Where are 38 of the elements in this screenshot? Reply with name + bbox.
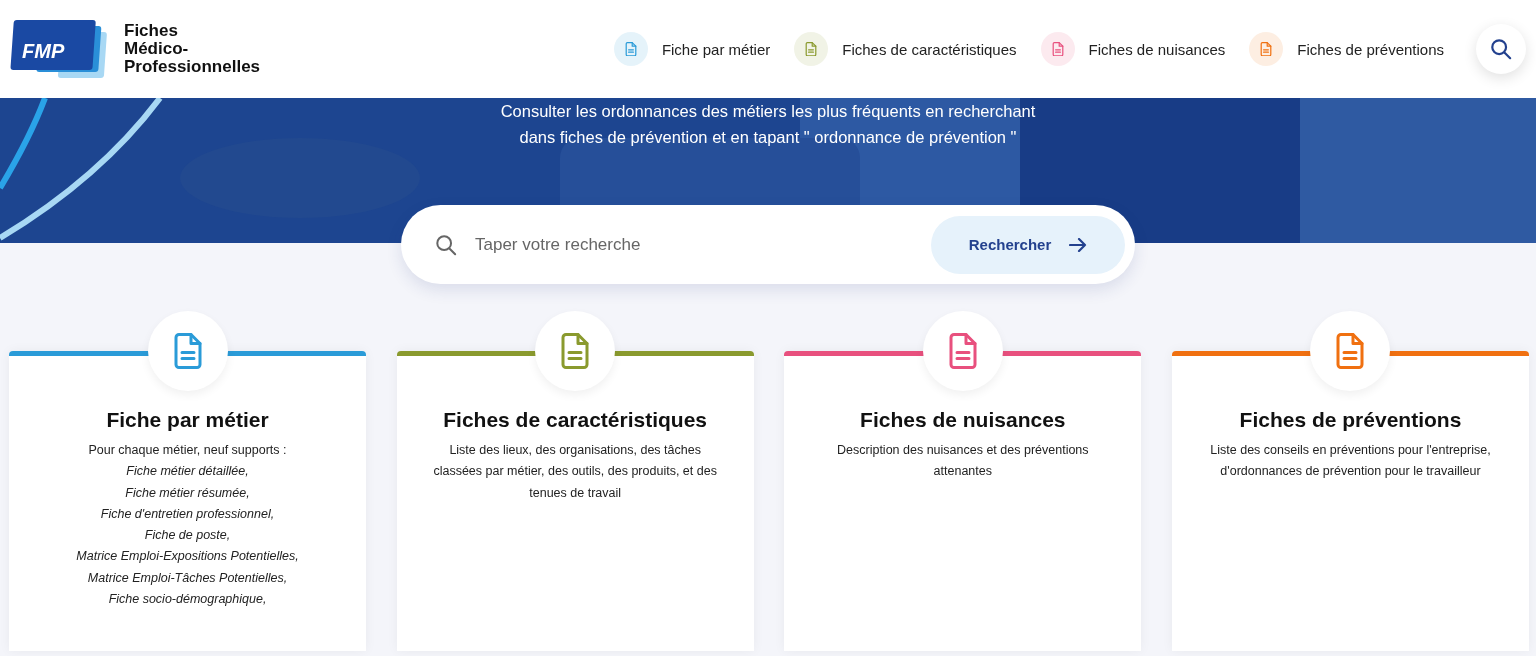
- support-item: Matrice Emploi-Tâches Potentielles,: [87, 569, 288, 587]
- nav-link[interactable]: Fiche par métier: [613, 32, 771, 66]
- arrow-right-icon: [1069, 237, 1088, 252]
- card-description: Liste des conseils en préventions pour l'entreprise, d'ordonnances de prévention pour le travailleur: [1209, 442, 1492, 481]
- document-icon: [172, 333, 203, 369]
- support-item: Fiche d'entretien professionnel,: [100, 505, 275, 523]
- document-icon: [1335, 333, 1366, 369]
- nav-link[interactable]: Fiches de nuisances: [1040, 32, 1226, 66]
- hero-text: dans fiches de prévention et en tapant " ordonnance de prévention ": [519, 127, 1017, 148]
- card-title: Fiches de nuisances: [860, 408, 1066, 432]
- category-card[interactable]: Fiches de caractéristiques Liste des lieux, des organisations, des tâches classées par métier, des outils, des produits, et des tenues de travail: [396, 351, 754, 651]
- search-button[interactable]: [1476, 24, 1526, 74]
- site-name: Professionnelles: [124, 58, 261, 76]
- site-name: Fiches: [124, 22, 179, 40]
- document-icon: [947, 333, 978, 369]
- support-item: Fiche socio-démographique,: [108, 591, 267, 609]
- card-title: Fiches de préventions: [1239, 408, 1462, 432]
- search-field[interactable]: Taper votre recherche Rechercher: [401, 205, 1135, 284]
- nav-link[interactable]: Fiches de préventions: [1249, 32, 1444, 66]
- card-title: Fiches de caractéristiques: [443, 408, 708, 432]
- support-item: Matrice Emploi-Expositions Potentielles,: [76, 548, 299, 566]
- site-name: Médico-: [124, 40, 190, 58]
- category-card[interactable]: Fiches de nuisances Description des nuisances et des préventions attenantes: [784, 351, 1142, 651]
- card-description: Liste des lieux, des organisations, des tâches classées par métier, des outils, des produits, et des tenues de travail: [432, 442, 718, 502]
- search-icon: [435, 233, 457, 256]
- support-item: Fiche métier résumée,: [125, 484, 250, 502]
- document-icon: [560, 333, 591, 369]
- support-item: Fiche de poste,: [144, 527, 231, 545]
- category-card[interactable]: Fiches de préventions Liste des conseils en préventions pour l'entreprise, d'ordonnances de prévention pour le travailleur: [1171, 351, 1529, 651]
- support-item: Fiche métier détaillée,: [126, 463, 249, 481]
- category-card[interactable]: [9, 351, 366, 651]
- card-description: Pour chaque métier, neuf supports :: [87, 442, 288, 459]
- search-button[interactable]: Rechercher: [931, 215, 1125, 274]
- card-title: Fiche par métier: [106, 408, 269, 432]
- hero-text: Consulter les ordonnances des métiers les plus fréquents en recherchant: [500, 101, 1036, 122]
- nav-link[interactable]: Fiches de caractéristiques: [794, 32, 1017, 66]
- card-description: Description des nuisances et des préventions attenantes: [836, 442, 1090, 481]
- search-icon: [1490, 38, 1512, 60]
